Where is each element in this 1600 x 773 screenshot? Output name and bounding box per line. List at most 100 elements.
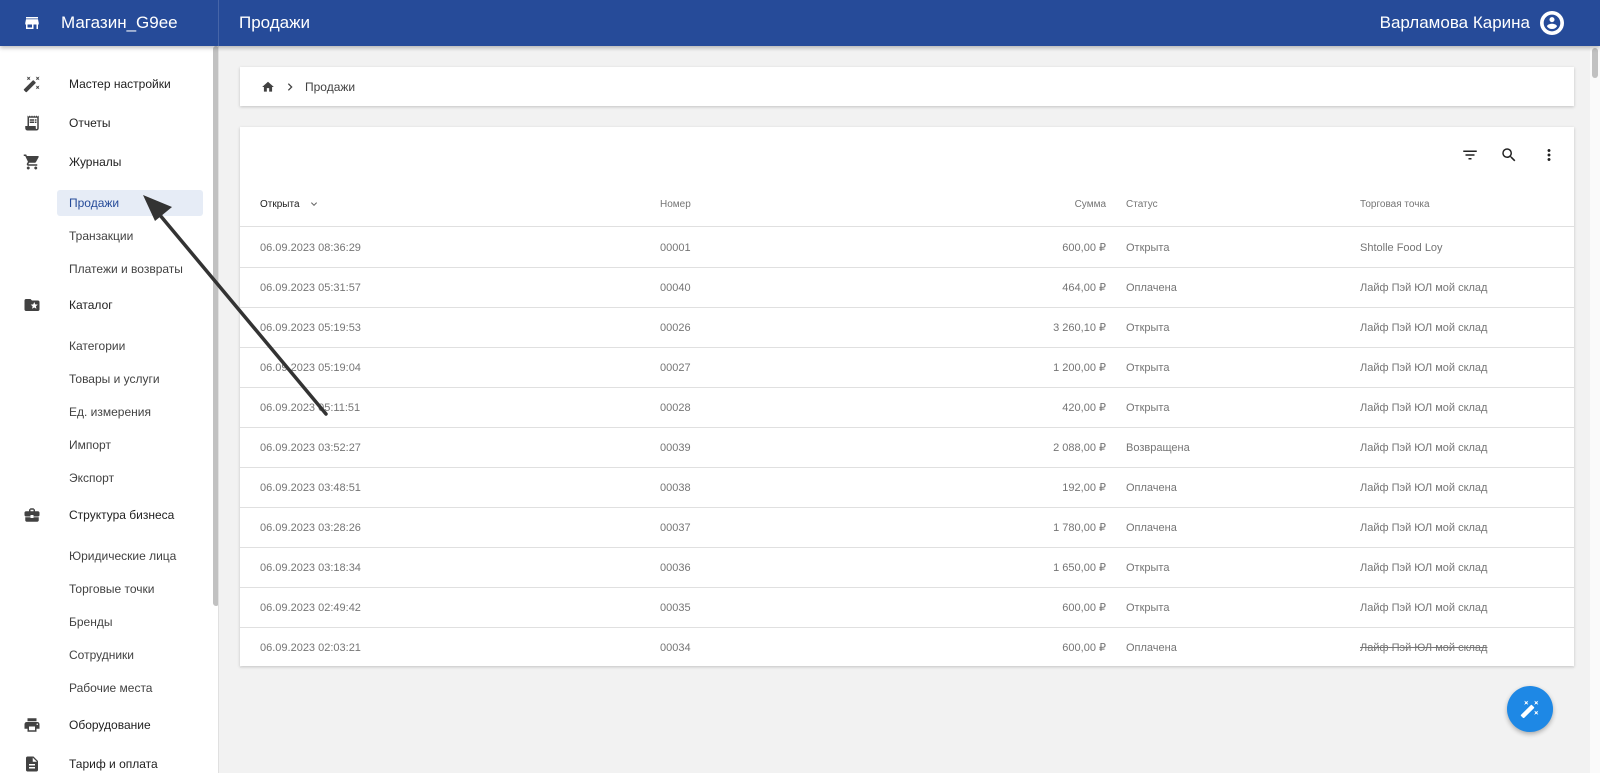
column-header-sum[interactable]: Сумма [840, 183, 1106, 227]
column-header-number[interactable]: Номер [660, 183, 691, 227]
cell-sum: 600,00 ₽ [1062, 642, 1106, 654]
briefcase-icon [24, 508, 40, 522]
sidebar-item-label: Сотрудники [69, 648, 134, 662]
table-row[interactable]: 06.09.2023 03:48:51 00038 192,00 ₽ Оплачена… [240, 468, 1574, 508]
cell-sum: 192,00 ₽ [1062, 482, 1106, 494]
column-header-status[interactable]: Статус [1126, 183, 1158, 227]
filter-icon [1463, 150, 1477, 160]
breadcrumb: Продажи [240, 67, 1574, 106]
cell-opened: 06.09.2023 05:11:51 [260, 402, 361, 414]
cell-sum: 600,00 ₽ [1062, 602, 1106, 614]
sidebar-item-outlets[interactable]: Торговые точки [57, 576, 203, 602]
cell-sum: 1 780,00 ₽ [1053, 522, 1106, 534]
sidebar-item-payments-refunds[interactable]: Платежи и возвраты [57, 256, 203, 282]
table-row[interactable]: 06.09.2023 05:19:53 00026 3 260,10 ₽ Открыт… [240, 308, 1574, 348]
cell-number: 00038 [660, 482, 691, 494]
avatar[interactable] [1540, 11, 1564, 35]
sidebar-item-label: Журналы [69, 155, 122, 169]
receipt-icon [25, 115, 39, 131]
table-row[interactable]: 06.09.2023 03:18:34 00036 1 650,00 ₽ Открыт… [240, 548, 1574, 588]
page-scrollbar[interactable] [1590, 46, 1600, 773]
sidebar-item-label: Мастер настройки [69, 77, 171, 91]
page-title: Продажи [239, 13, 310, 32]
cell-outlet: Shtolle Food Loy [1360, 242, 1443, 254]
cell-opened: 06.09.2023 02:03:21 [260, 642, 361, 654]
table-row[interactable]: 06.09.2023 02:49:42 00035 600,00 ₽ Открыта Л… [240, 588, 1574, 628]
cell-number: 00039 [660, 442, 691, 454]
user-menu[interactable]: Варламова Карина [1380, 0, 1564, 46]
sidebar-item-brands[interactable]: Бренды [57, 609, 203, 635]
filter-button[interactable] [1456, 141, 1484, 169]
sidebar-item-reports[interactable]: Отчеты [0, 105, 208, 141]
search-button[interactable] [1495, 141, 1523, 169]
cell-opened: 06.09.2023 03:18:34 [260, 562, 361, 574]
home-icon[interactable] [261, 80, 275, 94]
cell-number: 00036 [660, 562, 691, 574]
column-header-opened[interactable]: Открыта [260, 183, 320, 227]
table-row[interactable]: 06.09.2023 05:19:04 00027 1 200,00 ₽ Открыт… [240, 348, 1574, 388]
search-icon [1502, 148, 1516, 162]
cell-number: 00035 [660, 602, 691, 614]
setup-wizard-fab[interactable] [1507, 686, 1553, 732]
cell-number: 00034 [660, 642, 691, 654]
magic-wand-icon [1520, 700, 1539, 719]
cell-outlet: Лайф Пэй ЮЛ мой склад [1360, 282, 1488, 294]
sidebar-item-label: Юридические лица [69, 549, 177, 563]
cell-number: 00027 [660, 362, 691, 374]
cell-opened: 06.09.2023 05:19:53 [260, 322, 361, 334]
sidebar-item-catalog[interactable]: Каталог [0, 287, 208, 323]
sidebar-item-label: Экспорт [69, 471, 115, 485]
cell-status: Открыта [1126, 402, 1170, 414]
page-scrollbar-thumb[interactable] [1592, 48, 1598, 78]
sidebar-item-tariff-billing[interactable]: Тариф и оплата [0, 746, 208, 773]
sidebar-item-sales[interactable]: Продажи [57, 190, 203, 216]
table-row[interactable]: 06.09.2023 05:11:51 00028 420,00 ₽ Открыта Л… [240, 388, 1574, 428]
cell-opened: 06.09.2023 05:19:04 [260, 362, 361, 374]
magic-wand-icon [23, 76, 40, 93]
sidebar-item-legal-entities[interactable]: Юридические лица [57, 543, 203, 569]
sidebar-item-categories[interactable]: Категории [57, 333, 203, 359]
sidebar-item-transactions[interactable]: Транзакции [57, 223, 203, 249]
cell-sum: 1 200,00 ₽ [1053, 362, 1106, 374]
table-row[interactable]: 06.09.2023 02:03:21 00034 600,00 ₽ Оплачена… [240, 628, 1574, 668]
sidebar-item-employees[interactable]: Сотрудники [57, 642, 203, 668]
sidebar-scrollbar[interactable] [213, 46, 218, 606]
table-row[interactable]: 06.09.2023 03:52:27 00039 2 088,00 ₽ Возвра… [240, 428, 1574, 468]
chevron-down-icon [311, 202, 318, 207]
sidebar-item-label: Импорт [69, 438, 111, 452]
table-row[interactable]: 06.09.2023 05:31:57 00040 464,00 ₽ Оплачена… [240, 268, 1574, 308]
cell-opened: 06.09.2023 08:36:29 [260, 242, 361, 254]
column-header-outlet[interactable]: Торговая точка [1360, 183, 1430, 227]
sidebar-item-export[interactable]: Экспорт [57, 465, 203, 491]
cell-status: Открыта [1126, 242, 1170, 254]
sidebar-item-business-structure[interactable]: Структура бизнеса [0, 497, 208, 533]
table-row[interactable]: 06.09.2023 03:28:26 00037 1 780,00 ₽ Оплаче… [240, 508, 1574, 548]
sidebar-item-label: Ед. измерения [69, 405, 151, 419]
sidebar-item-label: Платежи и возвраты [69, 262, 183, 276]
cell-outlet: Лайф Пэй ЮЛ мой склад [1360, 322, 1488, 334]
sidebar-item-import[interactable]: Импорт [57, 432, 203, 458]
cell-opened: 06.09.2023 05:31:57 [260, 282, 361, 294]
more-options-button[interactable] [1535, 141, 1563, 169]
chevron-right-icon [287, 82, 293, 91]
sidebar-item-label: Продажи [69, 196, 120, 210]
sidebar-item-equipment[interactable]: Оборудование [0, 707, 208, 743]
sidebar-item-setup-wizard[interactable]: Мастер настройки [0, 66, 208, 102]
sidebar-item-journals[interactable]: Журналы [0, 144, 208, 180]
cell-outlet: Лайф Пэй ЮЛ мой склад [1360, 522, 1488, 534]
brand[interactable]: Магазин_G9ee [0, 0, 219, 46]
cell-number: 00028 [660, 402, 691, 414]
cell-outlet: Лайф Пэй ЮЛ мой склад [1360, 602, 1488, 614]
sidebar-item-label: Каталог [69, 298, 113, 312]
sidebar-item-label: Транзакции [69, 229, 134, 243]
cell-status: Открыта [1126, 562, 1170, 574]
sidebar-item-products-services[interactable]: Товары и услуги [57, 366, 203, 392]
cell-status: Открыта [1126, 602, 1170, 614]
cell-status: Оплачена [1126, 282, 1177, 294]
sidebar-item-workplaces[interactable]: Рабочие места [57, 675, 203, 701]
sidebar-item-label: Тариф и оплата [69, 757, 158, 771]
sidebar-item-label: Оборудование [69, 718, 151, 732]
table-row[interactable]: 06.09.2023 08:36:29 00001 600,00 ₽ Открыта S… [240, 228, 1574, 268]
cell-sum: 600,00 ₽ [1062, 242, 1106, 254]
sidebar-item-units[interactable]: Ед. измерения [57, 399, 203, 425]
